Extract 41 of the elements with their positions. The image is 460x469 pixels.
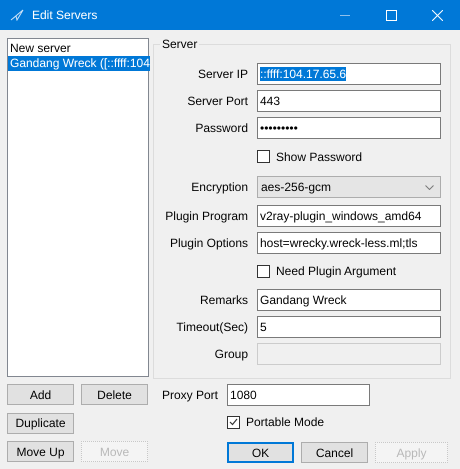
input-field[interactable]: v2ray-plugin_windows_amd64 <box>257 204 441 226</box>
paper-plane-icon <box>10 9 24 21</box>
input-field[interactable]: host=wrecky.wreck-less.ml;tls <box>257 232 441 254</box>
list-button[interactable]: Add <box>7 384 74 405</box>
dialog-button[interactable]: OK <box>227 442 294 463</box>
input-field[interactable]: 5 <box>257 316 441 338</box>
window-title: Edit Servers <box>32 8 98 22</box>
field-label: Plugin Options <box>168 236 248 250</box>
checkbox[interactable] <box>257 150 270 163</box>
dialog-button[interactable]: Cancel <box>301 442 368 463</box>
field-label: Proxy Port <box>162 388 218 402</box>
minimize-icon[interactable] <box>340 14 350 16</box>
checkbox-label: Portable Mode <box>246 415 324 429</box>
field-label: Server IP <box>196 66 248 80</box>
field-label: Plugin Program <box>164 208 248 222</box>
server-list-item[interactable]: New server <box>8 41 71 56</box>
field-label: Encryption <box>190 180 248 194</box>
checkmark-icon <box>229 418 238 426</box>
input-field[interactable]: ::ffff:104.17.65.6 <box>257 62 441 84</box>
checkbox-label: Need Plugin Argument <box>276 264 396 278</box>
field-label: Password <box>194 120 248 134</box>
input-field[interactable]: 443 <box>257 90 441 112</box>
password-field[interactable]: ••••••••• <box>257 116 441 138</box>
checkbox[interactable] <box>257 264 270 278</box>
close-icon[interactable] <box>432 10 442 20</box>
chevron-down-icon <box>425 184 434 190</box>
checkbox-label: Show Password <box>276 150 362 164</box>
list-button[interactable]: Duplicate <box>7 412 74 434</box>
maximize-icon[interactable] <box>386 10 396 20</box>
group-title: Server <box>160 37 200 51</box>
checkbox[interactable] <box>227 416 240 428</box>
field-label: Server Port <box>186 94 248 108</box>
input-field[interactable]: 1080 <box>227 384 370 406</box>
field-label: Group <box>214 346 248 360</box>
list-button[interactable]: Move Up <box>7 441 74 462</box>
field-label: Remarks <box>198 292 248 306</box>
dropdown[interactable]: aes-256-gcm <box>257 176 441 198</box>
list-button[interactable]: Delete <box>81 384 148 405</box>
server-list-item[interactable]: Gandang Wreck ([::ffff:104 <box>8 56 150 71</box>
input-field[interactable]: Gandang Wreck <box>257 288 441 310</box>
field-label: Timeout(Sec) <box>175 320 248 334</box>
